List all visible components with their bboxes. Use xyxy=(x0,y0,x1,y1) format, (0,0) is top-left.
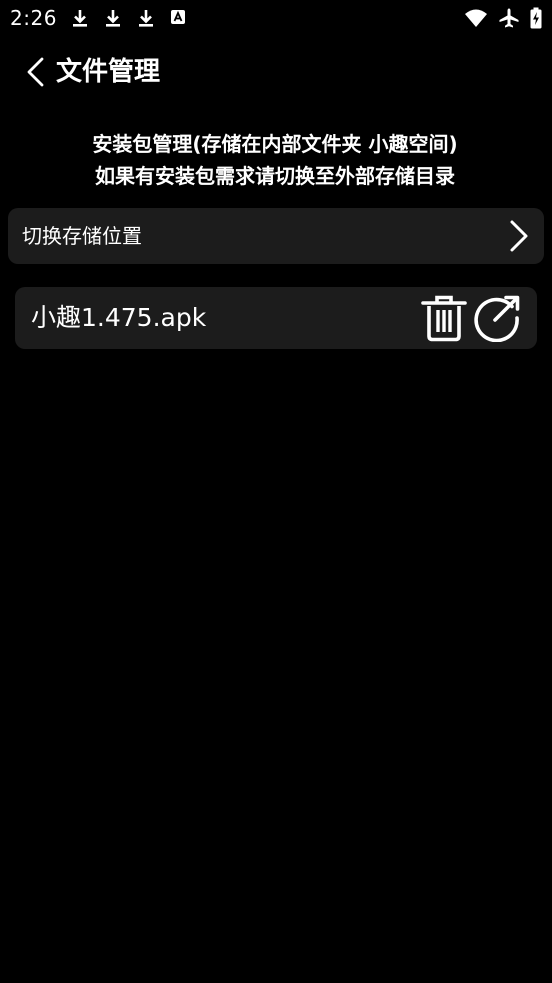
file-list-item[interactable]: 小趣1.475.apk xyxy=(15,287,537,349)
download-icon xyxy=(70,8,90,30)
delete-button[interactable] xyxy=(420,294,468,342)
app-notification-icon xyxy=(169,8,187,30)
trash-icon xyxy=(420,295,468,346)
airplane-mode-icon xyxy=(498,7,520,29)
open-external-icon xyxy=(472,295,522,346)
status-bar: 2:26 xyxy=(0,0,552,36)
wifi-icon xyxy=(464,8,488,28)
status-icons-left xyxy=(70,8,187,30)
open-button[interactable] xyxy=(472,294,522,343)
back-button[interactable] xyxy=(18,54,52,90)
download-icon xyxy=(103,8,123,30)
storage-notice: 安装包管理(存储在内部文件夹 小趣空间) 如果有安装包需求请切换至外部存储目录 xyxy=(0,128,552,192)
file-name: 小趣1.475.apk xyxy=(31,303,207,332)
notice-line-1: 安装包管理(存储在内部文件夹 小趣空间) xyxy=(92,132,458,156)
switch-storage-button[interactable]: 切换存储位置 xyxy=(8,208,544,264)
page-title: 文件管理 xyxy=(56,57,161,87)
app-header: 文件管理 xyxy=(0,48,552,96)
chevron-left-icon xyxy=(18,57,52,94)
status-time: 2:26 xyxy=(10,6,57,30)
battery-charging-icon xyxy=(530,7,542,29)
notice-line-2: 如果有安装包需求请切换至外部存储目录 xyxy=(95,164,455,188)
chevron-right-icon xyxy=(504,219,532,253)
download-icon xyxy=(136,8,156,30)
switch-storage-label: 切换存储位置 xyxy=(22,224,142,248)
status-icons-right xyxy=(464,7,542,29)
